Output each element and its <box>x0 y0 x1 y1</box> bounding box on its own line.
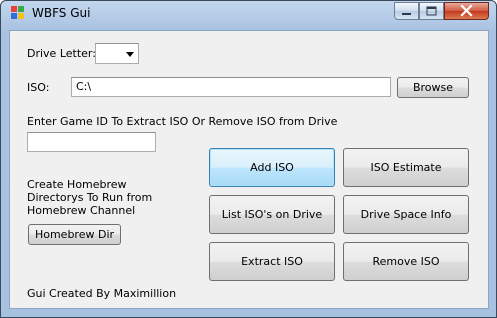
extract-iso-button[interactable]: Extract ISO <box>209 242 335 281</box>
chevron-down-icon <box>126 52 134 57</box>
app-icon <box>11 6 25 20</box>
drive-letter-label: Drive Letter: <box>27 47 96 60</box>
maximize-icon <box>426 6 437 16</box>
window-title: WBFS Gui <box>32 6 91 20</box>
iso-path-value: C:\ <box>76 80 92 93</box>
minimize-button[interactable] <box>394 2 419 20</box>
list-isos-button[interactable]: List ISO's on Drive <box>209 195 335 234</box>
game-id-field[interactable] <box>27 132 156 152</box>
game-id-label: Enter Game ID To Extract ISO Or Remove I… <box>27 115 338 128</box>
remove-iso-button[interactable]: Remove ISO <box>343 242 469 281</box>
homebrew-text-line-1: Create Homebrew <box>27 178 127 191</box>
drive-letter-select[interactable] <box>95 43 139 64</box>
iso-path-field[interactable]: C:\ <box>71 77 391 97</box>
browse-button[interactable]: Browse <box>397 77 469 98</box>
credit-text: Gui Created By Maximillion <box>27 287 177 300</box>
add-iso-button[interactable]: Add ISO <box>209 148 335 187</box>
minimize-icon <box>402 13 411 15</box>
app-window: WBFS Gui Drive Letter: ISO: C:\ Browse E… <box>0 0 497 318</box>
homebrew-text-line-2: Directorys To Run from <box>27 191 153 204</box>
iso-label: ISO: <box>27 81 50 94</box>
client-area: Drive Letter: ISO: C:\ Browse Enter Game… <box>9 30 489 309</box>
close-icon <box>460 4 473 17</box>
title-bar[interactable]: WBFS Gui <box>1 1 496 26</box>
drive-space-info-button[interactable]: Drive Space Info <box>343 195 469 234</box>
close-button[interactable] <box>444 2 489 20</box>
homebrew-text-line-3: Homebrew Channel <box>27 204 136 217</box>
iso-estimate-button[interactable]: ISO Estimate <box>343 148 469 187</box>
maximize-button[interactable] <box>419 2 444 20</box>
homebrew-dir-button[interactable]: Homebrew Dir <box>28 224 121 245</box>
